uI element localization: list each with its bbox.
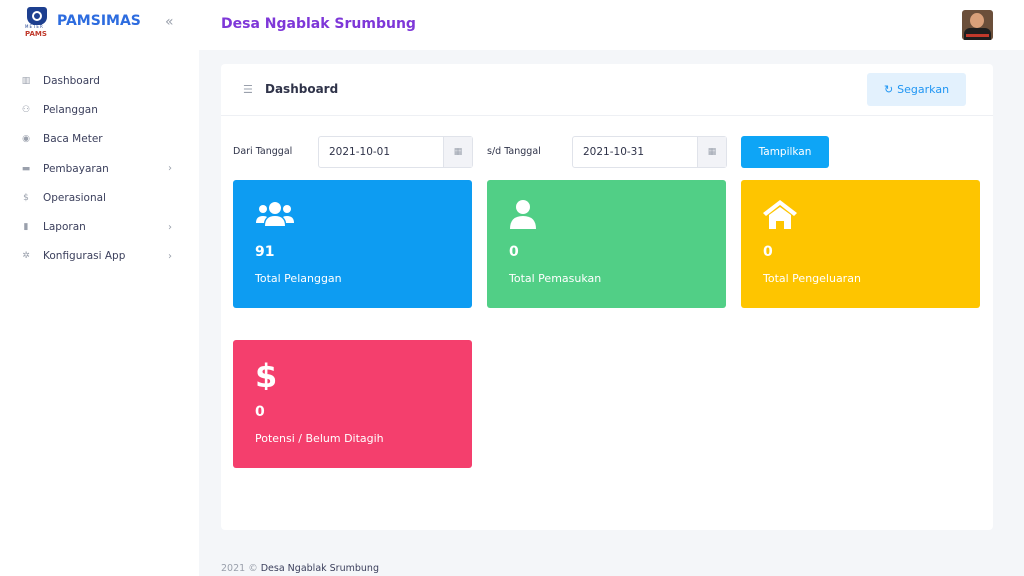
users-icon: ⚇ (21, 104, 31, 115)
calendar-icon[interactable]: ▦ (443, 137, 472, 167)
stat-value: 0 (255, 404, 265, 420)
card-header: ☰ Dashboard ↻ Segarkan (221, 64, 993, 116)
stat-value: 91 (255, 244, 275, 260)
chevron-right-icon: › (168, 163, 172, 175)
from-date-value: 2021-10-01 (329, 146, 391, 158)
sidebar-item-label: Pelanggan (43, 103, 98, 116)
sidebar-item-label: Operasional (43, 191, 106, 204)
refresh-button[interactable]: ↻ Segarkan (867, 73, 966, 106)
sidebar-collapse-icon[interactable]: « (165, 14, 174, 30)
sidebar-item-label: Baca Meter (43, 133, 103, 146)
chart-icon: ▥ (21, 75, 31, 86)
dollar-icon: $ (23, 192, 29, 203)
sidebar-item-konfigurasi-app[interactable]: ✲ Konfigurasi App › (0, 242, 199, 271)
stat-label: Total Pelanggan (255, 272, 342, 285)
stat-label: Total Pemasukan (509, 272, 602, 285)
pams-logo: METER PAMS (25, 7, 49, 43)
stat-card-total-pelanggan[interactable]: 91 Total Pelanggan (233, 180, 472, 308)
brand-name: PAMSIMAS (57, 13, 141, 29)
avatar[interactable] (962, 10, 993, 40)
stat-card-potensi-belum-ditagih[interactable]: $ 0 Potensi / Belum Ditagih (233, 340, 472, 468)
logo-text: PAMS (25, 30, 47, 38)
dashboard-card: ☰ Dashboard ↻ Segarkan Dari Tanggal 2021… (221, 64, 993, 530)
sidebar-item-baca-meter[interactable]: ◉ Baca Meter (0, 125, 199, 154)
gauge-icon: ◉ (22, 134, 30, 145)
footer-name: Desa Ngablak Srumbung (260, 563, 379, 574)
logo-sub-text: METER (25, 24, 44, 29)
sidebar-item-label: Laporan (43, 221, 86, 234)
refresh-button-label: Segarkan (897, 83, 950, 96)
stat-card-total-pengeluaran[interactable]: 0 Total Pengeluaran (741, 180, 980, 308)
stat-label: Potensi / Belum Ditagih (255, 432, 384, 445)
home-icon (763, 200, 797, 229)
sidebar-item-label: Konfigurasi App (43, 250, 126, 263)
to-date-field[interactable]: 2021-10-31 ▦ (572, 136, 727, 168)
gear-icon: ✲ (22, 251, 30, 262)
footer: 2021 © Desa Ngablak Srumbung (221, 563, 379, 574)
stat-value: 0 (763, 244, 773, 260)
sidebar-item-label: Dashboard (43, 74, 100, 87)
chevron-right-icon: › (168, 250, 172, 262)
calendar-icon[interactable]: ▦ (697, 137, 726, 167)
from-date-field[interactable]: 2021-10-01 ▦ (318, 136, 473, 168)
to-date-label: s/d Tanggal (487, 146, 541, 157)
dollar-icon: $ (255, 358, 277, 390)
sidebar-item-label: Pembayaran (43, 162, 109, 175)
sidebar-item-pelanggan[interactable]: ⚇ Pelanggan (0, 95, 199, 124)
stat-card-total-pemasukan[interactable]: 0 Total Pemasukan (487, 180, 726, 308)
credit-card-icon: ▬ (21, 163, 31, 174)
footer-year: 2021 © (221, 563, 258, 574)
stat-label: Total Pengeluaran (763, 272, 861, 285)
page-title: Desa Ngablak Srumbung (221, 16, 416, 32)
file-icon: ▮ (23, 222, 29, 233)
users-icon (256, 202, 294, 226)
svg-text:$: $ (255, 358, 277, 390)
stat-value: 0 (509, 244, 519, 260)
sidebar-item-dashboard[interactable]: ▥ Dashboard (0, 66, 199, 95)
to-date-value: 2021-10-31 (583, 146, 645, 158)
sidebar-nav: ▥ Dashboard ⚇ Pelanggan ◉ Baca Meter ▬ P… (0, 66, 199, 271)
sidebar-item-operasional[interactable]: $ Operasional (0, 183, 199, 212)
sidebar-item-pembayaran[interactable]: ▬ Pembayaran › (0, 154, 199, 183)
user-icon (510, 200, 536, 229)
sidebar-item-laporan[interactable]: ▮ Laporan › (0, 212, 199, 241)
card-title: Dashboard (265, 82, 339, 96)
sidebar: METER PAMS PAMSIMAS « ▥ Dashboard ⚇ Pela… (0, 0, 199, 576)
chevron-right-icon: › (168, 221, 172, 233)
top-header: Desa Ngablak Srumbung (199, 0, 1024, 50)
tampilkan-button[interactable]: Tampilkan (741, 136, 829, 168)
refresh-icon: ↻ (883, 83, 894, 96)
list-icon: ☰ (243, 83, 253, 96)
from-date-label: Dari Tanggal (233, 146, 293, 157)
